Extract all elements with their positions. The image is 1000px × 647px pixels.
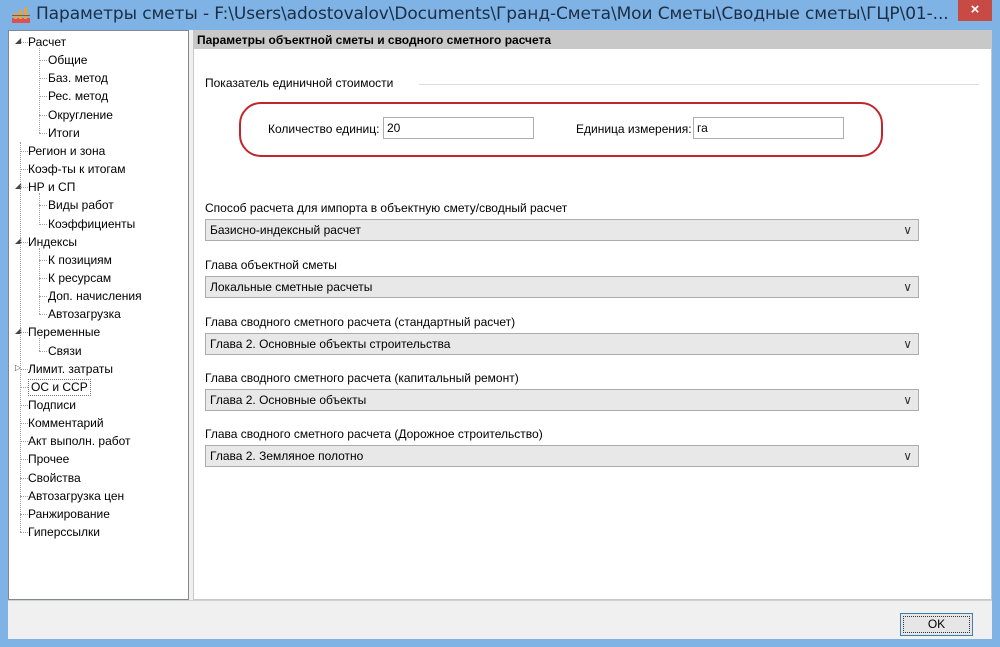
chevron-down-icon[interactable]: ∨ xyxy=(903,334,912,354)
dialog-window: Параметры сметы - F:\Users\adostovalov\D… xyxy=(0,0,1000,647)
tree-connector xyxy=(20,241,28,243)
tree-item[interactable]: Расчет xyxy=(28,34,66,51)
tree-item[interactable]: К ресурсам xyxy=(48,270,111,287)
tree-connector xyxy=(39,60,47,62)
dialog-client: Расчет ◢ Общие Баз. метод Рес. метод Округлен… xyxy=(8,30,992,639)
tree-connector xyxy=(39,114,47,116)
tree-item[interactable]: Подписи xyxy=(28,397,76,414)
chevron-down-icon[interactable]: ∨ xyxy=(903,277,912,297)
tree-connector xyxy=(20,405,28,406)
ok-button[interactable]: OK xyxy=(900,613,973,636)
tree-guide xyxy=(39,48,40,133)
unit-group-caption: Показатель единичной стоимости xyxy=(205,76,400,90)
tree-connector xyxy=(39,132,47,134)
combo-label: Глава сводного сметного расчета (Дорожно… xyxy=(205,427,543,441)
tree-guide xyxy=(39,338,40,351)
tree-item[interactable]: Виды работ xyxy=(48,197,114,214)
tree-connector xyxy=(20,368,28,370)
tree-guide xyxy=(39,193,40,224)
tree-connector xyxy=(39,205,47,207)
tree-connector xyxy=(39,296,47,298)
app-icon xyxy=(12,7,30,23)
tree-item[interactable]: Свойства xyxy=(28,470,81,487)
tree-connector xyxy=(20,477,28,479)
tree-item[interactable]: Итоги xyxy=(48,125,80,142)
tree-connector xyxy=(20,42,28,43)
tree-connector xyxy=(39,78,47,80)
tree-connector xyxy=(20,169,28,171)
tree-item[interactable]: Доп. начисления xyxy=(48,288,142,305)
tree-connector xyxy=(39,96,47,98)
tree-item[interactable]: Регион и зона xyxy=(28,143,105,160)
chevron-down-icon[interactable]: ∨ xyxy=(903,446,912,466)
tree-item[interactable]: Акт выполн. работ xyxy=(28,433,131,450)
tree-item[interactable]: К позициям xyxy=(48,252,112,269)
tree-item[interactable]: Округление xyxy=(48,107,113,124)
tree-guide xyxy=(20,141,21,533)
combo-select[interactable]: Базисно-индексный расчет ∨ xyxy=(205,219,919,241)
focus-rect xyxy=(903,616,970,633)
combo-label: Глава сводного сметного расчета (стандар… xyxy=(205,315,516,329)
settings-panel: Параметры объектной сметы и сводного сме… xyxy=(193,30,992,600)
tree-item[interactable]: Автозагрузка xyxy=(48,306,121,323)
tree-connector xyxy=(20,150,28,152)
tree-connector xyxy=(39,314,47,316)
qty-field[interactable]: 20 xyxy=(383,117,534,139)
panel-header: Параметры объектной сметы и сводного сме… xyxy=(194,31,991,49)
tree-item[interactable]: Коэффициенты xyxy=(48,216,135,233)
chevron-down-icon[interactable]: ∨ xyxy=(903,220,912,240)
tree-item[interactable]: Комментарий xyxy=(28,415,104,432)
tree-item[interactable]: Коэф-ты к итогам xyxy=(28,161,125,178)
tree-connector xyxy=(20,386,28,388)
tree-guide xyxy=(39,247,40,315)
tree-connector xyxy=(20,495,28,497)
tree-item[interactable]: ОС и ССР xyxy=(28,378,91,396)
tree-item[interactable]: Ранжирование xyxy=(28,506,110,523)
combo-value: Глава 2. Земляное полотно xyxy=(210,449,364,463)
tree-item[interactable]: Связи xyxy=(48,343,82,360)
tree-item[interactable]: НР и СП xyxy=(28,179,75,196)
window-title: Параметры сметы - F:\Users\adostovalov\D… xyxy=(36,4,949,24)
tree-connector xyxy=(20,441,28,443)
tree-connector xyxy=(39,350,47,352)
tree-item[interactable]: Автозагрузка цен xyxy=(28,488,124,505)
combo-label: Глава объектной сметы xyxy=(205,258,337,272)
title-bar[interactable]: Параметры сметы - F:\Users\adostovalov\D… xyxy=(0,0,1000,30)
tree-item[interactable]: Гиперссылки xyxy=(28,524,100,541)
combo-select[interactable]: Глава 2. Основные объекты ∨ xyxy=(205,389,919,411)
settings-tree[interactable]: Расчет ◢ Общие Баз. метод Рес. метод Округлен… xyxy=(8,30,189,600)
unit-field[interactable]: га xyxy=(693,117,844,139)
tree-item[interactable]: Баз. метод xyxy=(48,70,108,87)
tree-connector xyxy=(39,277,47,279)
tree-item[interactable]: Прочее xyxy=(28,451,69,468)
tree-connector xyxy=(20,423,28,425)
collapse-icon[interactable]: ◢ xyxy=(15,36,21,45)
tree-item[interactable]: Рес. метод xyxy=(48,88,108,105)
tree-connector xyxy=(39,259,47,261)
tree-connector xyxy=(20,532,28,534)
group-divider xyxy=(419,84,979,85)
chevron-down-icon[interactable]: ∨ xyxy=(903,390,912,410)
combo-value: Глава 2. Основные объекты строительства xyxy=(210,337,451,351)
combo-label: Глава сводного сметного расчета (капитал… xyxy=(205,371,519,385)
tree-item[interactable]: Индексы xyxy=(28,234,77,251)
dialog-footer: OK xyxy=(8,600,992,639)
unit-label: Единица измерения: xyxy=(576,122,692,136)
tree-item[interactable]: Лимит. затраты xyxy=(28,361,113,378)
tree-connector xyxy=(20,459,28,461)
combo-value: Глава 2. Основные объекты xyxy=(210,393,367,407)
combo-select[interactable]: Локальные сметные расчеты ∨ xyxy=(205,276,919,298)
tree-connector xyxy=(20,513,28,515)
tree-connector xyxy=(20,187,28,189)
close-button[interactable]: × xyxy=(958,0,992,21)
tree-connector xyxy=(39,223,47,225)
combo-value: Базисно-индексный расчет xyxy=(210,223,361,237)
qty-label: Количество единиц: xyxy=(268,122,380,136)
tree-connector xyxy=(20,332,28,334)
tree-item[interactable]: Общие xyxy=(48,52,87,69)
combo-label: Способ расчета для импорта в объектную с… xyxy=(205,201,568,215)
combo-select[interactable]: Глава 2. Земляное полотно ∨ xyxy=(205,445,919,467)
combo-value: Локальные сметные расчеты xyxy=(210,280,373,294)
combo-select[interactable]: Глава 2. Основные объекты строительства ∨ xyxy=(205,333,919,355)
